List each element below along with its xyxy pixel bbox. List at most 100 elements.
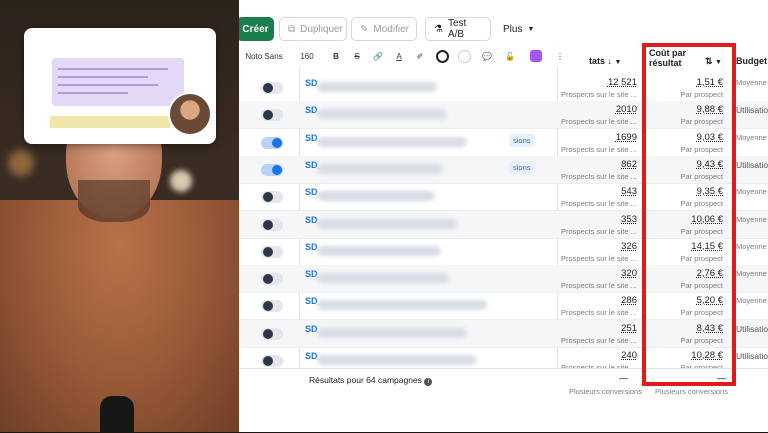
redacted-campaign-name bbox=[317, 109, 447, 120]
cost-per-result-value[interactable]: 9,35 € bbox=[649, 186, 723, 197]
results-header-label: tats bbox=[589, 56, 606, 66]
toggle-knob bbox=[263, 219, 273, 230]
campaign-toggle[interactable] bbox=[261, 300, 283, 313]
results-value[interactable]: 320 bbox=[555, 268, 637, 279]
campaign-toggle[interactable] bbox=[261, 273, 283, 286]
table-row[interactable]: SD_ 326 Prospects sur le site ... 14,15 € Pa… bbox=[239, 238, 768, 266]
table-row[interactable]: SD_ 543 Prospects sur le site ... 9,35 € Par… bbox=[239, 183, 768, 212]
cost-per-result-value[interactable]: 14,15 € bbox=[649, 241, 723, 252]
campaign-toggle[interactable] bbox=[261, 218, 283, 231]
more-options-icon[interactable]: ⋮ bbox=[551, 52, 569, 61]
cost-per-result-value[interactable]: 2,76 € bbox=[649, 268, 723, 279]
results-type: Prospects sur le site ... bbox=[561, 199, 637, 209]
budget-type: Moyenne bbox=[736, 78, 767, 87]
cost-per-result-value[interactable]: 8,43 € bbox=[649, 323, 723, 334]
overlay-line bbox=[58, 68, 168, 70]
flask-icon: ⚗ bbox=[434, 23, 443, 35]
results-column-header[interactable]: tats ↓ ▼ bbox=[589, 56, 621, 66]
delivery-badge: sions bbox=[509, 133, 535, 147]
summary-row: Résultats pour 64 campagnes i — Plusieur… bbox=[239, 368, 768, 410]
stroke-icon[interactable] bbox=[431, 49, 453, 63]
campaign-toggle[interactable] bbox=[261, 109, 283, 122]
cost-per-result-value[interactable]: 9,03 € bbox=[649, 132, 723, 143]
campaign-toggle[interactable] bbox=[261, 327, 283, 340]
bold-icon[interactable]: B bbox=[325, 52, 347, 61]
results-value[interactable]: 353 bbox=[555, 214, 637, 225]
results-value[interactable]: 2010 bbox=[555, 104, 637, 115]
campaign-toggle[interactable] bbox=[261, 245, 283, 258]
font-size-select[interactable]: 160 bbox=[289, 52, 325, 61]
edit-label: Modifier bbox=[373, 23, 409, 35]
results-type: Prospects sur le site ... bbox=[561, 171, 637, 181]
table-row[interactable]: SD_ sions 1699 Prospects sur le site ... 9,0… bbox=[239, 129, 768, 157]
campaign-toggle[interactable] bbox=[261, 191, 283, 204]
results-value[interactable]: 1699 bbox=[555, 132, 637, 143]
duplicate-button[interactable]: ⧉ Dupliquer bbox=[279, 17, 347, 41]
campaign-toggle[interactable] bbox=[261, 82, 283, 94]
results-value[interactable]: 326 bbox=[555, 241, 637, 252]
table-row[interactable]: SD_ sions 862 Prospects sur le site ... 9,43… bbox=[239, 155, 768, 184]
cost-per-result-value[interactable]: 1,51 € bbox=[649, 77, 723, 88]
redacted-campaign-name bbox=[317, 245, 441, 256]
toggle-knob bbox=[263, 110, 273, 121]
table-row[interactable]: SD_ 251 Prospects sur le site ... 8,43 € Par… bbox=[239, 319, 768, 348]
budget-value: Utilisatio bbox=[736, 159, 768, 170]
edit-button[interactable]: ✎ Modifier bbox=[351, 17, 417, 41]
cost-per-result-unit: Par prospect bbox=[680, 171, 723, 181]
cost-per-result-value[interactable]: 5,20 € bbox=[649, 295, 723, 306]
campaign-toggle[interactable] bbox=[261, 163, 283, 176]
create-button[interactable]: Créer bbox=[239, 17, 274, 41]
results-type: Prospects sur le site ... bbox=[561, 335, 637, 345]
results-value[interactable]: 251 bbox=[555, 323, 637, 334]
cost-per-result-value[interactable]: 10,06 € bbox=[649, 214, 723, 225]
results-value[interactable]: 286 bbox=[555, 295, 637, 306]
summary-cost-value: — bbox=[717, 373, 726, 383]
results-value[interactable]: 12 521 bbox=[555, 77, 637, 88]
summary-label: Résultats pour 64 campagnes i bbox=[309, 375, 433, 386]
cost-per-result-value[interactable]: 10,28 € bbox=[649, 350, 723, 361]
sort-down-icon: ↓ bbox=[607, 56, 613, 66]
toggle-knob bbox=[263, 356, 273, 366]
fill-icon[interactable] bbox=[453, 49, 475, 63]
link-icon[interactable]: 🔗 bbox=[367, 52, 389, 61]
table-row[interactable]: SD_ 353 Prospects sur le site ... 10,06 € Pa… bbox=[239, 210, 768, 239]
table-row[interactable]: SD_ 2010 Prospects sur le site ... 9,88 € Pa… bbox=[239, 101, 768, 130]
cost-per-result-value[interactable]: 9,43 € bbox=[649, 159, 723, 170]
ab-test-button[interactable]: ⚗ Test A/B bbox=[425, 17, 491, 41]
redacted-campaign-name bbox=[317, 355, 477, 365]
budget-value: Utilisatio bbox=[736, 105, 768, 116]
plugin-icon[interactable] bbox=[521, 50, 551, 62]
campaign-toggle[interactable] bbox=[261, 355, 283, 367]
budget-column-header[interactable]: Budget bbox=[736, 56, 767, 66]
text-color-icon[interactable]: A bbox=[389, 52, 409, 61]
highlighter-icon[interactable]: ✐ bbox=[409, 52, 431, 61]
campaign-toggle[interactable] bbox=[261, 136, 283, 149]
cost-per-result-column-header[interactable]: Coût par résultat bbox=[649, 48, 686, 68]
redacted-campaign-name bbox=[317, 218, 457, 229]
results-value[interactable]: 862 bbox=[555, 159, 637, 170]
sort-icon[interactable]: ⇅ ▼ bbox=[705, 56, 722, 67]
thumbnail-overlay-card bbox=[24, 28, 216, 144]
table-row[interactable]: SD_ 286 Prospects sur le site ... 5,20 € Par… bbox=[239, 292, 768, 321]
results-value[interactable]: 240 bbox=[555, 350, 637, 361]
table-row[interactable]: SD_ 12 521 Prospects sur le site ... 1,51 €… bbox=[239, 74, 768, 102]
lock-icon[interactable]: 🔓 bbox=[499, 52, 521, 61]
cost-per-result-value[interactable]: 9,88 € bbox=[649, 104, 723, 115]
results-value[interactable]: 543 bbox=[555, 186, 637, 197]
cost-per-result-unit: Par prospect bbox=[680, 253, 723, 263]
video-panel bbox=[0, 0, 239, 432]
summary-cost-sub: Plusieurs conversions bbox=[655, 387, 728, 396]
table-row[interactable]: SD_ 320 Prospects sur le site ... 2,76 € Par… bbox=[239, 265, 768, 294]
strikethrough-icon[interactable]: S bbox=[347, 52, 367, 61]
font-select[interactable]: Noto Sans bbox=[239, 52, 289, 61]
cost-header-line1: Coût par bbox=[649, 48, 686, 58]
toggle-knob bbox=[263, 83, 273, 93]
more-button[interactable]: Plus ▼ bbox=[495, 17, 539, 41]
microphone bbox=[100, 396, 134, 432]
info-icon[interactable]: i bbox=[424, 378, 433, 386]
delivery-badge: sions bbox=[509, 160, 535, 174]
summary-results-sub: Plusieurs conversions bbox=[569, 387, 642, 396]
cost-per-result-unit: Par prospect bbox=[680, 117, 723, 127]
comment-icon[interactable]: 💬 bbox=[475, 52, 499, 61]
cost-per-result-unit: Par prospect bbox=[680, 90, 723, 99]
